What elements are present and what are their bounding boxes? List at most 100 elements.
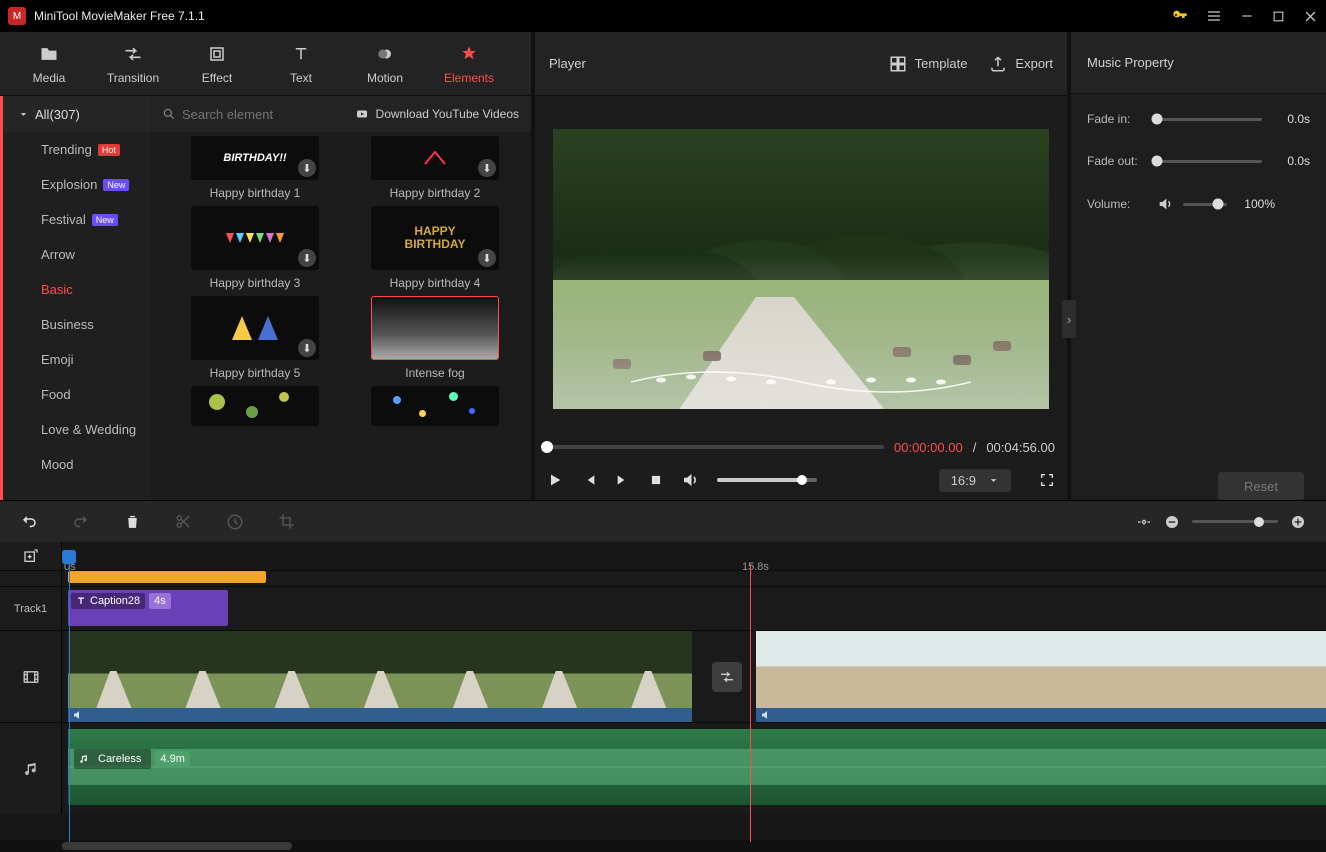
video-preview[interactable] — [553, 129, 1049, 409]
video-track[interactable] — [62, 631, 1326, 722]
tab-motion[interactable]: Motion — [346, 43, 424, 85]
category-sidebar[interactable]: All(307) TrendingHot ExplosionNew Festiv… — [0, 96, 150, 500]
zoom-out-button[interactable] — [1164, 514, 1180, 530]
sidebar-item-explosion[interactable]: ExplosionNew — [3, 167, 150, 202]
sidebar-item-trending[interactable]: TrendingHot — [3, 132, 150, 167]
export-button[interactable]: Export — [989, 55, 1053, 73]
scrub-bar[interactable] — [547, 445, 884, 449]
element-happy-birthday-1[interactable]: BIRTHDAY!!⬇ Happy birthday 1 — [180, 136, 330, 200]
zoom-in-button[interactable] — [1290, 514, 1306, 530]
aspect-value: 16:9 — [951, 473, 976, 488]
tab-elements[interactable]: Elements — [430, 43, 508, 85]
zoom-slider[interactable] — [1192, 520, 1278, 523]
next-frame-button[interactable] — [615, 472, 631, 488]
aspect-select[interactable]: 16:9 — [939, 469, 1011, 492]
template-icon — [889, 55, 907, 73]
sidebar-item-label: Food — [41, 387, 71, 402]
audio-track-header[interactable] — [0, 723, 62, 814]
element-bokeh-2[interactable] — [360, 386, 510, 426]
caption-clip[interactable]: Caption28 4s — [68, 590, 228, 626]
reset-button[interactable]: Reset — [1218, 472, 1304, 500]
speed-button[interactable] — [226, 513, 244, 531]
thumb-text: BIRTHDAY — [405, 238, 466, 251]
sidebar-item-emoji[interactable]: Emoji — [3, 342, 150, 377]
close-icon[interactable] — [1303, 9, 1318, 24]
delete-button[interactable] — [124, 513, 141, 530]
minimize-icon[interactable] — [1240, 9, 1254, 23]
element-happy-birthday-5[interactable]: ⬇ Happy birthday 5 — [180, 296, 330, 380]
sidebar-item-label: Mood — [41, 457, 74, 472]
element-clip[interactable] — [68, 571, 266, 583]
sidebar-item-label: Explosion — [41, 177, 97, 192]
music-clip[interactable]: Careless 4.9m — [68, 729, 1326, 805]
sidebar-item-food[interactable]: Food — [3, 377, 150, 412]
download-youtube-link[interactable]: Download YouTube Videos — [354, 107, 519, 121]
collapse-properties-icon[interactable]: › — [1062, 300, 1076, 338]
maximize-icon[interactable] — [1272, 10, 1285, 23]
volume-prop-slider[interactable] — [1183, 203, 1227, 206]
video-track-header[interactable] — [0, 631, 62, 722]
element-bokeh-1[interactable] — [180, 386, 330, 426]
fade-out-slider[interactable] — [1157, 160, 1262, 163]
menu-icon[interactable] — [1206, 8, 1222, 24]
sidebar-item-arrow[interactable]: Arrow — [3, 237, 150, 272]
timeline-scrollbar[interactable] — [0, 840, 1326, 852]
download-icon[interactable]: ⬇ — [298, 159, 316, 177]
upgrade-key-icon[interactable] — [1172, 8, 1188, 24]
element-happy-birthday-4[interactable]: HAPPYBIRTHDAY⬇ Happy birthday 4 — [360, 206, 510, 290]
folder-icon — [38, 43, 60, 65]
volume-icon[interactable] — [681, 471, 699, 489]
prev-frame-button[interactable] — [581, 472, 597, 488]
stop-button[interactable] — [649, 473, 663, 487]
tab-transition[interactable]: Transition — [94, 43, 172, 85]
search-box[interactable] — [162, 107, 346, 122]
elements-grid: BIRTHDAY!!⬇ Happy birthday 1 ⬇ Happy bir… — [150, 132, 531, 500]
sidebar-item-business[interactable]: Business — [3, 307, 150, 342]
timeline-toolbar — [0, 500, 1326, 542]
sidebar-item-mood[interactable]: Mood — [3, 447, 150, 482]
scrollbar-thumb[interactable] — [62, 842, 292, 850]
volume-slider[interactable] — [717, 478, 817, 482]
element-happy-birthday-2[interactable]: ⬇ Happy birthday 2 — [360, 136, 510, 200]
sidebar-item-basic[interactable]: Basic — [3, 272, 150, 307]
download-icon[interactable]: ⬇ — [298, 249, 316, 267]
speaker-icon[interactable] — [1157, 196, 1173, 212]
sidebar-item-festival[interactable]: FestivalNew — [3, 202, 150, 237]
download-icon[interactable]: ⬇ — [298, 339, 316, 357]
text-track[interactable]: Caption28 4s — [62, 587, 1326, 630]
tab-effect[interactable]: Effect — [178, 43, 256, 85]
element-happy-birthday-3[interactable]: ⬇ Happy birthday 3 — [180, 206, 330, 290]
play-button[interactable] — [547, 472, 563, 488]
video-clip-2[interactable] — [756, 631, 1326, 722]
add-track-button[interactable] — [0, 542, 62, 570]
audio-track[interactable]: Careless 4.9m — [62, 723, 1326, 814]
fade-in-slider[interactable] — [1157, 118, 1262, 121]
template-button[interactable]: Template — [889, 55, 968, 73]
transition-slot[interactable] — [712, 662, 742, 692]
sidebar-all[interactable]: All(307) — [3, 96, 150, 132]
tab-text[interactable]: Text — [262, 43, 340, 85]
video-clip-1[interactable] — [68, 631, 692, 722]
timeline-cursor[interactable] — [750, 564, 751, 842]
fullscreen-button[interactable] — [1039, 472, 1055, 488]
redo-button[interactable] — [72, 513, 90, 531]
search-input[interactable] — [182, 107, 342, 122]
playhead[interactable] — [62, 550, 76, 564]
element-track[interactable] — [62, 571, 1326, 586]
tab-label: Media — [33, 71, 66, 85]
scrub-handle[interactable] — [541, 441, 553, 453]
track1-header[interactable]: Track1 — [0, 587, 62, 630]
fit-timeline-icon[interactable] — [1136, 514, 1152, 530]
download-icon[interactable]: ⬇ — [478, 159, 496, 177]
download-icon[interactable]: ⬇ — [478, 249, 496, 267]
undo-button[interactable] — [20, 513, 38, 531]
sidebar-item-label: Trending — [41, 142, 92, 157]
yt-link-label: Download YouTube Videos — [376, 107, 519, 121]
split-button[interactable] — [175, 513, 192, 530]
volume-value: 100% — [1237, 197, 1275, 211]
element-intense-fog[interactable]: Intense fog — [360, 296, 510, 380]
crop-button[interactable] — [278, 513, 295, 530]
sidebar-item-love-wedding[interactable]: Love & Wedding — [3, 412, 150, 447]
tab-media[interactable]: Media — [10, 43, 88, 85]
library-tabs: Media Transition Effect Text Motion Elem… — [0, 32, 531, 96]
